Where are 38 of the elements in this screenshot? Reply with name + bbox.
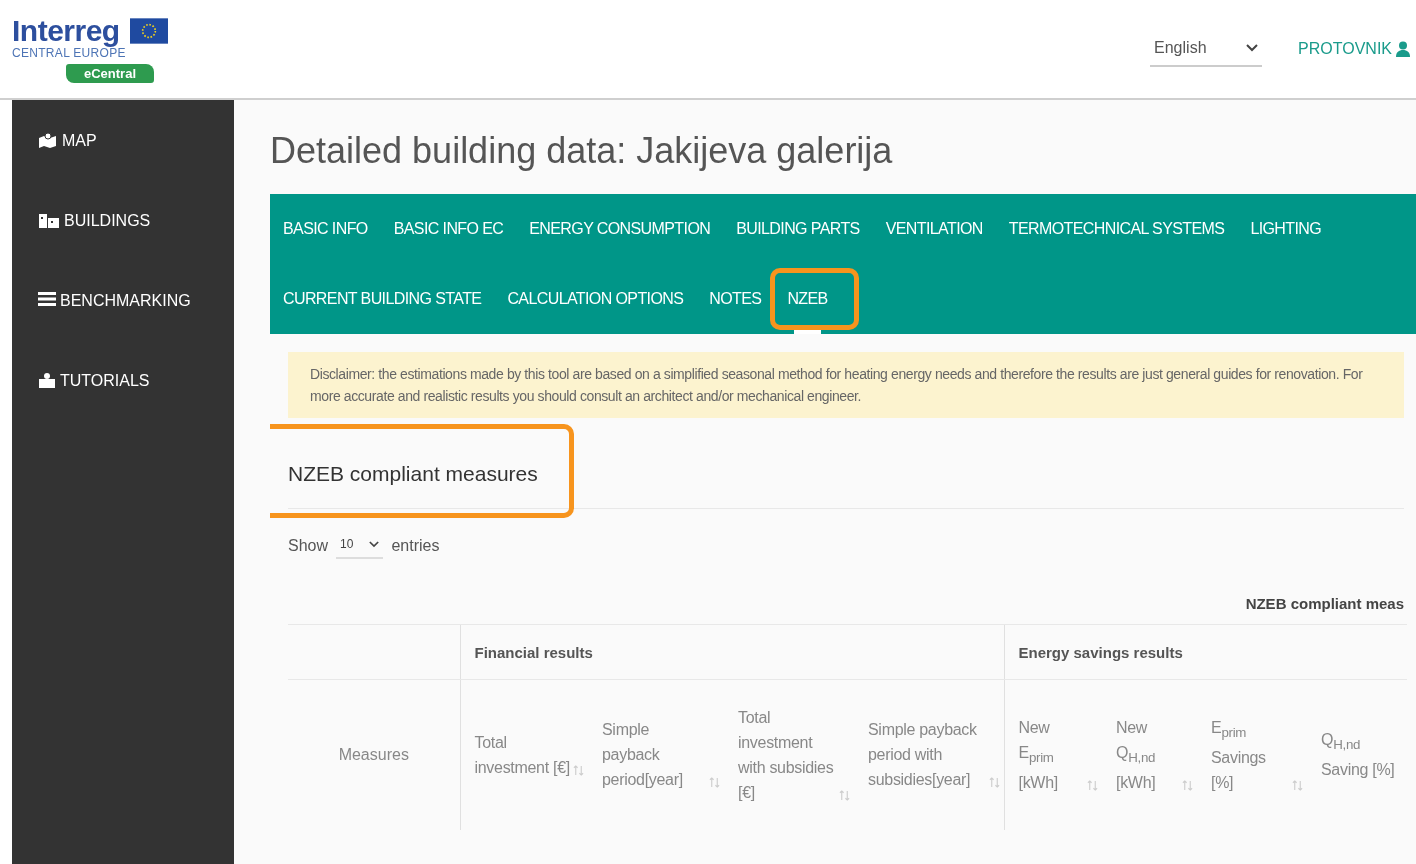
show-label: Show xyxy=(288,537,329,555)
sidebar-item[interactable]: TUTORIALS xyxy=(12,368,234,448)
tab[interactable]: NOTES xyxy=(696,264,775,334)
sidebar-item[interactable]: BENCHMARKING xyxy=(12,288,234,368)
column-header[interactable]: New E$_{prim}$ [kWh] xyxy=(1018,714,1085,795)
group-header: Financial results xyxy=(474,643,593,661)
tab[interactable]: BASIC INFO EC xyxy=(380,194,517,264)
sidebar-item[interactable]: BUILDINGS xyxy=(12,208,234,288)
tab[interactable]: VENTILATION xyxy=(872,194,996,264)
column-header[interactable]: New Q$_{H,nd}$ [kWh] xyxy=(1116,714,1180,795)
logo-title: Interreg xyxy=(12,15,121,46)
tab[interactable]: BUILDING PARTS xyxy=(723,194,873,264)
tab[interactable]: CURRENT BUILDING STATE xyxy=(270,264,495,334)
column-header[interactable]: Total investment with subsidies [€] xyxy=(738,704,837,805)
table-caption: NZEB compliant meas xyxy=(1244,594,1405,614)
tab[interactable]: LIGHTING xyxy=(1237,194,1335,264)
tab[interactable]: ENERGY CONSUMPTION xyxy=(516,194,724,264)
column-header[interactable]: Total investment [€] xyxy=(474,729,571,780)
section-heading: NZEB compliant measures xyxy=(288,462,538,486)
entries-label: entries xyxy=(391,537,440,555)
logo-badge: eCentral xyxy=(66,63,155,83)
language-select[interactable]: English xyxy=(1150,31,1263,67)
column-header[interactable]: Simple payback period[year] xyxy=(602,717,707,793)
tab[interactable]: CALCULATION OPTIONS xyxy=(494,264,697,334)
column-header[interactable]: E$_{prim}$ Savings [%] xyxy=(1211,714,1290,795)
page-title: Detailed building data: Jakijeva galerija xyxy=(270,130,894,172)
disclaimer: Disclaimer: the estimations made by this tool are based on a simplified seasonal method for heating energy needs and therefore the results are just general guides for renovation. For more accurate and realistic results you should consult an architect and/or mechanical engineer. xyxy=(288,352,1404,418)
column-header: Measures xyxy=(338,745,409,763)
tab[interactable]: TERMOTECHNICAL SYSTEMS xyxy=(995,194,1238,264)
tab[interactable]: BASIC INFO xyxy=(270,194,381,264)
column-header[interactable]: Simple payback period with subsidies[year] xyxy=(868,717,987,793)
entries-select[interactable]: 10 xyxy=(336,533,384,559)
group-header: Energy savings results xyxy=(1018,643,1183,661)
sidebar-item[interactable]: MAP xyxy=(12,128,234,208)
tab[interactable]: NZEB xyxy=(774,264,841,334)
column-header[interactable]: Q$_{H,nd}$ Saving [%] xyxy=(1321,727,1403,783)
user-menu[interactable]: PROTOVNIK xyxy=(1298,40,1410,58)
interreg-logo[interactable]: Interreg CENTRAL EUROPE eCentral xyxy=(12,15,168,83)
